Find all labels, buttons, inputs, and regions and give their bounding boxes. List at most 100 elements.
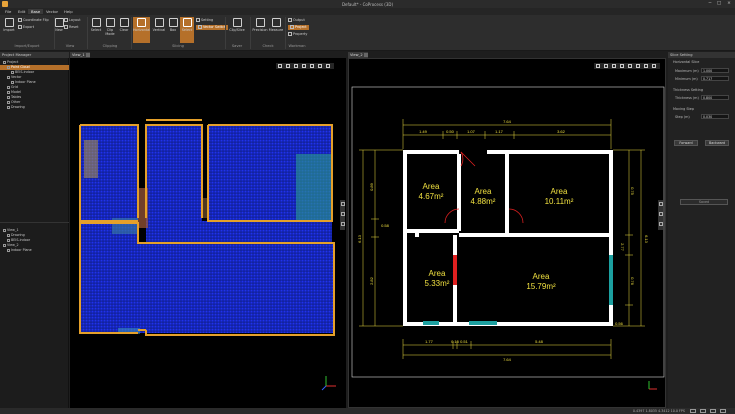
zoom-icon[interactable]	[604, 64, 608, 68]
side-tool-icon[interactable]	[658, 212, 663, 216]
side-view-icon[interactable]	[644, 64, 648, 68]
menu-help[interactable]: Help	[61, 9, 76, 14]
fit-view-icon[interactable]	[278, 64, 282, 68]
menu-vector[interactable]: Vector	[43, 9, 61, 14]
close-button[interactable]: ×	[725, 1, 733, 6]
export-icon	[18, 25, 22, 29]
group-label-import-export: Import/Export	[14, 44, 40, 48]
settings-icon[interactable]	[652, 64, 656, 68]
box-slice-button[interactable]: Box	[166, 17, 180, 43]
thickness-input[interactable]: 0.800	[701, 95, 729, 100]
clip-slice-save-button[interactable]: Clip/Slice	[229, 17, 245, 43]
backward-button[interactable]: Backward	[705, 140, 729, 146]
pan-icon[interactable]	[302, 64, 306, 68]
new-view-icon	[54, 18, 64, 27]
axis-indicator-icon	[648, 381, 657, 390]
tree-item[interactable]: Tables	[0, 95, 69, 100]
side-tool-icon[interactable]	[340, 202, 345, 206]
precision-button[interactable]: Precision	[252, 17, 268, 43]
side-tool-icon[interactable]	[340, 212, 345, 216]
project-button[interactable]: Project	[288, 25, 309, 30]
step-input[interactable]: 0.030	[701, 114, 729, 119]
view1-close-icon[interactable]	[86, 53, 90, 57]
view2-close-icon[interactable]	[364, 53, 368, 57]
select-icon	[91, 18, 101, 27]
output-button[interactable]: Output	[288, 18, 305, 23]
property-button[interactable]: Property	[288, 32, 307, 37]
menu-edit[interactable]: Edit	[15, 9, 28, 14]
tree-item-label: View_1	[7, 228, 19, 232]
maximum-input[interactable]: 1.000	[701, 68, 729, 73]
tree-item[interactable]: View_1	[0, 228, 69, 233]
minimum-label: Minimum (m)	[675, 77, 698, 81]
tree-item[interactable]: View_2	[0, 243, 69, 248]
tree-item[interactable]: Indoor Plane	[0, 248, 69, 253]
front-view-icon[interactable]	[318, 64, 322, 68]
fit-view-icon[interactable]	[596, 64, 600, 68]
tree-item[interactable]: Drawing	[0, 233, 69, 238]
saved-button[interactable]: Saved	[680, 199, 728, 205]
tree-item[interactable]: Model	[0, 90, 69, 95]
maximize-button[interactable]: □	[715, 1, 723, 6]
minimum-input[interactable]: 0.717	[701, 76, 729, 81]
measure-button[interactable]: Measure	[268, 17, 284, 43]
clip-clear-button[interactable]: Clear	[117, 17, 131, 43]
side-tool-icon[interactable]	[658, 202, 663, 206]
pan-icon[interactable]	[620, 64, 624, 68]
dim-top: 1.49	[419, 129, 428, 134]
view2-canvas[interactable]: Area 4.67m² Area 4.88m² Area 10.11m² Are…	[348, 58, 666, 408]
moving-step-heading: Moving Step	[673, 107, 695, 111]
tree-item[interactable]: Project	[0, 60, 69, 65]
view1-side-strip	[340, 200, 345, 230]
status-coordinates: 0.4397 1.8035 4.3412 10.0 FPS	[632, 409, 685, 413]
room-area-label: Area	[551, 187, 568, 196]
layout-button[interactable]: Layout	[64, 18, 81, 23]
menu-file[interactable]: File	[2, 9, 14, 14]
property-icon	[288, 32, 292, 36]
side-tool-icon[interactable]	[340, 222, 345, 226]
slice-setting-button[interactable]: Setting	[196, 18, 213, 23]
tree-item[interactable]: Vector	[0, 75, 69, 80]
step-label: Step (m)	[675, 115, 690, 119]
front-view-icon[interactable]	[636, 64, 640, 68]
status-icon[interactable]	[710, 409, 716, 413]
import-button[interactable]: Import	[2, 17, 16, 43]
clip-mode-button[interactable]: Clip Mode	[103, 17, 117, 43]
forward-button[interactable]: Forward	[674, 140, 698, 146]
vector-switch-button[interactable]: Vector Switch	[196, 25, 229, 30]
status-icon[interactable]	[720, 409, 726, 413]
zoom-icon[interactable]	[286, 64, 290, 68]
slice-select-button[interactable]: Select	[180, 17, 194, 43]
export-button[interactable]: Export	[18, 25, 34, 30]
tree-item[interactable]: Indoor Plane	[0, 80, 69, 85]
top-view-icon[interactable]	[628, 64, 632, 68]
tree-item[interactable]: Point Cloud	[0, 65, 69, 70]
status-icon[interactable]	[700, 409, 706, 413]
reset-view-button[interactable]: Reset	[64, 25, 78, 30]
horizontal-slice-icon	[137, 18, 146, 27]
rotate-icon[interactable]	[612, 64, 616, 68]
dim-bottom: 1.77	[425, 339, 434, 344]
menu-base[interactable]: Base	[28, 9, 44, 14]
clip-select-button[interactable]: Select	[89, 17, 103, 43]
top-view-icon[interactable]	[310, 64, 314, 68]
rotate-icon[interactable]	[294, 64, 298, 68]
dim-top: 0.50	[446, 129, 455, 134]
side-view-icon[interactable]	[326, 64, 330, 68]
status-icon[interactable]	[690, 409, 696, 413]
tree-item[interactable]: BEIS-indoor	[0, 70, 69, 75]
dim-top: 1.17	[495, 129, 504, 134]
precision-icon	[255, 18, 265, 27]
tree-item[interactable]: Grid	[0, 85, 69, 90]
view1-canvas[interactable]	[70, 58, 346, 408]
folder-icon	[3, 228, 6, 232]
coordinate-flip-button[interactable]: Coordinate Flip	[18, 18, 49, 23]
vertical-slice-button[interactable]: Vertical	[152, 17, 166, 43]
minimize-button[interactable]: −	[706, 1, 714, 6]
tree-item[interactable]: BEIS-indoor	[0, 238, 69, 243]
floor-plan-walls	[403, 150, 613, 326]
tree-item[interactable]: Other	[0, 100, 69, 105]
side-tool-icon[interactable]	[658, 222, 663, 226]
tree-item[interactable]: Drawing	[0, 105, 69, 110]
horizontal-slice-button[interactable]: Horizontal	[133, 17, 150, 43]
